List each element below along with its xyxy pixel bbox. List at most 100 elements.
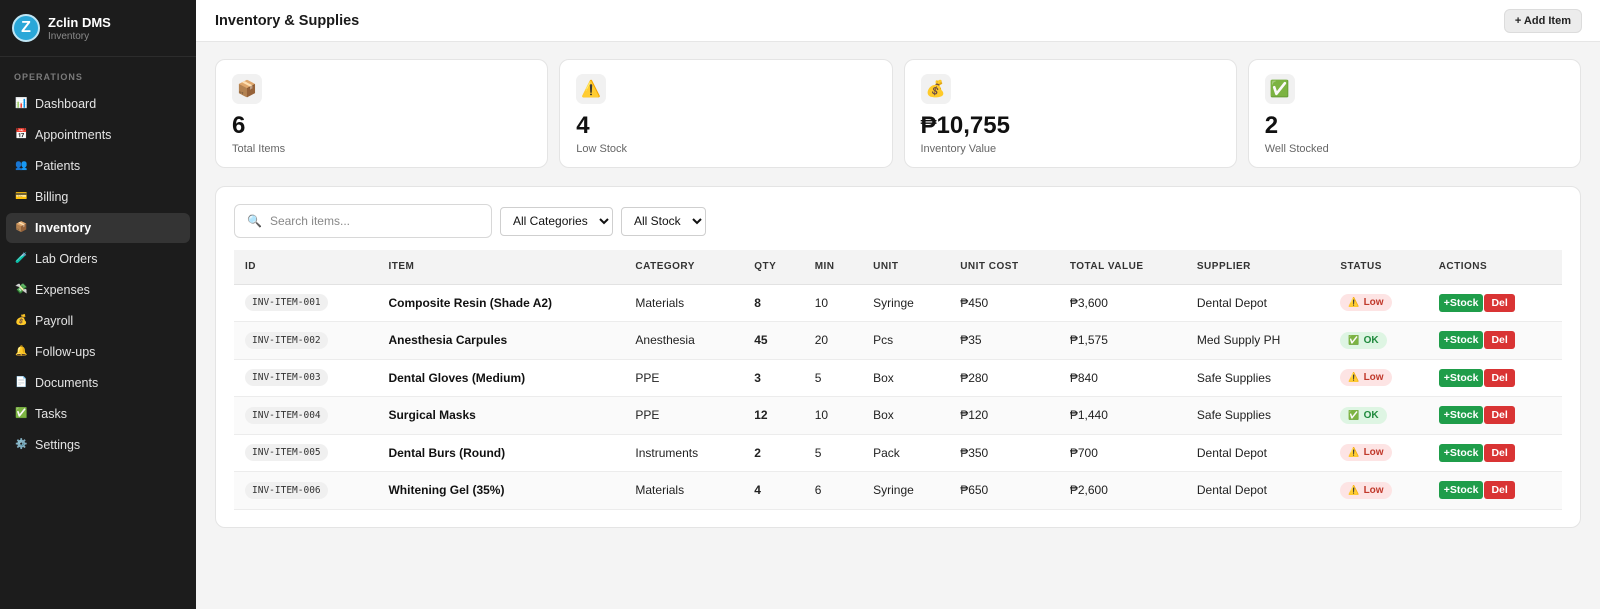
cell-actions: +Stock Del	[1427, 396, 1562, 435]
cell-unit-cost: ₱120	[949, 396, 1059, 435]
cell-unit: Pack	[862, 434, 950, 472]
table-header-row: ID ITEM CATEGORY QTY MIN UNIT UNIT COST TOTAL V…	[234, 250, 1562, 285]
add-item-button[interactable]: + Add Item	[1503, 8, 1582, 33]
cell-id: INV-ITEM-004	[234, 396, 378, 435]
calendar-icon: 📅	[15, 129, 28, 140]
cell-item: Dental Burs (Round)	[377, 434, 625, 472]
brand: Z Zclin DMS Inventory	[0, 0, 196, 57]
sidebar-item-billing[interactable]: 💳 Billing	[6, 182, 190, 212]
item-name: Anesthesia Carpules	[388, 333, 508, 348]
cell-unit: Syringe	[862, 284, 950, 322]
status-label: OK	[1363, 334, 1379, 346]
cell-category: Materials	[624, 284, 744, 322]
cell-supplier: Dental Depot	[1185, 471, 1330, 510]
cell-unit-cost: ₱35	[949, 321, 1059, 360]
delete-button[interactable]: Del	[1484, 368, 1515, 387]
cell-unit: Box	[862, 396, 950, 435]
delete-button[interactable]: Del	[1484, 406, 1515, 425]
column-header-total-value: TOTAL VALUE	[1058, 250, 1186, 285]
sidebar-item-dashboard[interactable]: 📊 Dashboard	[6, 89, 190, 119]
sidebar-item-tasks[interactable]: ✅ Tasks	[6, 399, 190, 429]
stat-card: ✅ 2 Well Stocked	[1247, 59, 1581, 168]
search-input[interactable]	[269, 214, 470, 228]
status-badge: ⚠️ Low	[1340, 369, 1392, 387]
sidebar-item-label: Expenses	[35, 283, 90, 297]
cell-actions: +Stock Del	[1427, 359, 1562, 397]
category-select[interactable]: All Categories	[500, 206, 613, 236]
cell-unit-cost: ₱280	[949, 359, 1059, 397]
stat-label: Total Items	[232, 143, 286, 155]
cell-supplier: Safe Supplies	[1185, 359, 1330, 397]
money-icon: 💸	[15, 284, 28, 295]
table-row: INV-ITEM-001 Composite Resin (Shade A2) Ma…	[234, 284, 1562, 322]
item-id-pill: INV-ITEM-001	[245, 294, 328, 312]
cell-supplier: Safe Supplies	[1185, 396, 1330, 435]
sidebar-item-settings[interactable]: ⚙️ Settings	[6, 430, 190, 460]
content: 📦 6 Total Items ⚠️ 4 Low Stock 💰 ₱10,755 Invento…	[196, 42, 1600, 528]
stats-row: 📦 6 Total Items ⚠️ 4 Low Stock 💰 ₱10,755 Invento…	[215, 59, 1581, 168]
money-bag-icon: 💰	[15, 315, 28, 326]
item-name: Composite Resin (Shade A2)	[388, 295, 553, 310]
sidebar-item-documents[interactable]: 📄 Documents	[6, 368, 190, 398]
delete-button[interactable]: Del	[1484, 331, 1515, 350]
table-body: INV-ITEM-001 Composite Resin (Shade A2) Ma…	[234, 284, 1562, 510]
topbar: Inventory & Supplies + Add Item	[196, 0, 1600, 42]
add-stock-button[interactable]: +Stock	[1438, 443, 1484, 462]
filters-bar: 🔍 All Categories All Stock	[234, 204, 1562, 238]
stock-select[interactable]: All Stock	[621, 206, 706, 236]
inventory-table: ID ITEM CATEGORY QTY MIN UNIT UNIT COST TOTAL V…	[234, 250, 1562, 510]
cell-min: 5	[803, 434, 863, 472]
sidebar-item-inventory[interactable]: 📦 Inventory	[6, 213, 190, 243]
table-row: INV-ITEM-006 Whitening Gel (35%) Materials…	[234, 471, 1562, 510]
column-header-status: STATUS	[1329, 250, 1428, 285]
status-badge: ✅ OK	[1340, 331, 1387, 349]
inventory-table-card: 🔍 All Categories All Stock IDITEMCATEGOR…	[215, 186, 1581, 528]
sidebar-item-label: Tasks	[35, 407, 67, 421]
cell-category: Anesthesia	[624, 321, 744, 360]
stat-value: 2	[1264, 112, 1279, 139]
credit-card-icon: 💳	[15, 191, 28, 202]
brand-text: Zclin DMS Inventory	[48, 15, 111, 42]
add-stock-button[interactable]: +Stock	[1438, 406, 1484, 425]
sidebar-item-patients[interactable]: 👥 Patients	[6, 151, 190, 181]
add-stock-button[interactable]: +Stock	[1438, 331, 1484, 350]
sidebar-item-follow-ups[interactable]: 🔔 Follow-ups	[6, 337, 190, 367]
cell-qty: 45	[743, 321, 804, 360]
item-name: Dental Gloves (Medium)	[388, 370, 526, 385]
status-label: OK	[1363, 409, 1379, 421]
sidebar-item-payroll[interactable]: 💰 Payroll	[6, 306, 190, 336]
status-badge: ⚠️ Low	[1340, 481, 1392, 499]
item-id-pill: INV-ITEM-004	[245, 406, 328, 424]
bar-chart-icon: 📊	[15, 98, 28, 109]
sidebar-item-lab-orders[interactable]: 🧪 Lab Orders	[6, 244, 190, 274]
cell-qty: 12	[743, 396, 804, 435]
add-stock-button[interactable]: +Stock	[1438, 293, 1484, 312]
delete-button[interactable]: Del	[1484, 293, 1515, 312]
package-icon: 📦	[15, 222, 28, 233]
item-id-pill: INV-ITEM-005	[245, 444, 328, 462]
stat-value: 4	[576, 112, 590, 139]
cell-category: PPE	[624, 396, 744, 435]
add-stock-button[interactable]: +Stock	[1438, 481, 1484, 500]
status-badge: ⚠️ Low	[1340, 444, 1392, 462]
cell-actions: +Stock Del	[1427, 434, 1562, 472]
sidebar-item-appointments[interactable]: 📅 Appointments	[6, 120, 190, 150]
cell-actions: +Stock Del	[1427, 284, 1562, 322]
cell-total-value: ₱2,600	[1058, 471, 1186, 510]
bell-icon: 🔔	[15, 346, 28, 357]
search-box[interactable]: 🔍	[234, 204, 492, 238]
cell-qty: 3	[743, 359, 804, 397]
sidebar-nav: 📊 Dashboard 📅 Appointments 👥 Patients 💳 Billing…	[0, 89, 196, 460]
document-icon: 📄	[15, 377, 28, 388]
cell-status: ⚠️ Low	[1329, 284, 1428, 322]
cell-category: Materials	[624, 471, 744, 510]
column-header-item: ITEM	[377, 250, 625, 285]
page-title: Inventory & Supplies	[215, 12, 360, 29]
sidebar-item-expenses[interactable]: 💸 Expenses	[6, 275, 190, 305]
delete-button[interactable]: Del	[1484, 481, 1515, 500]
delete-button[interactable]: Del	[1484, 443, 1515, 462]
money-bag-icon: 💰	[920, 74, 951, 104]
cell-status: ⚠️ Low	[1329, 359, 1428, 397]
add-stock-button[interactable]: +Stock	[1438, 368, 1484, 387]
cell-unit: Pcs	[862, 321, 950, 360]
